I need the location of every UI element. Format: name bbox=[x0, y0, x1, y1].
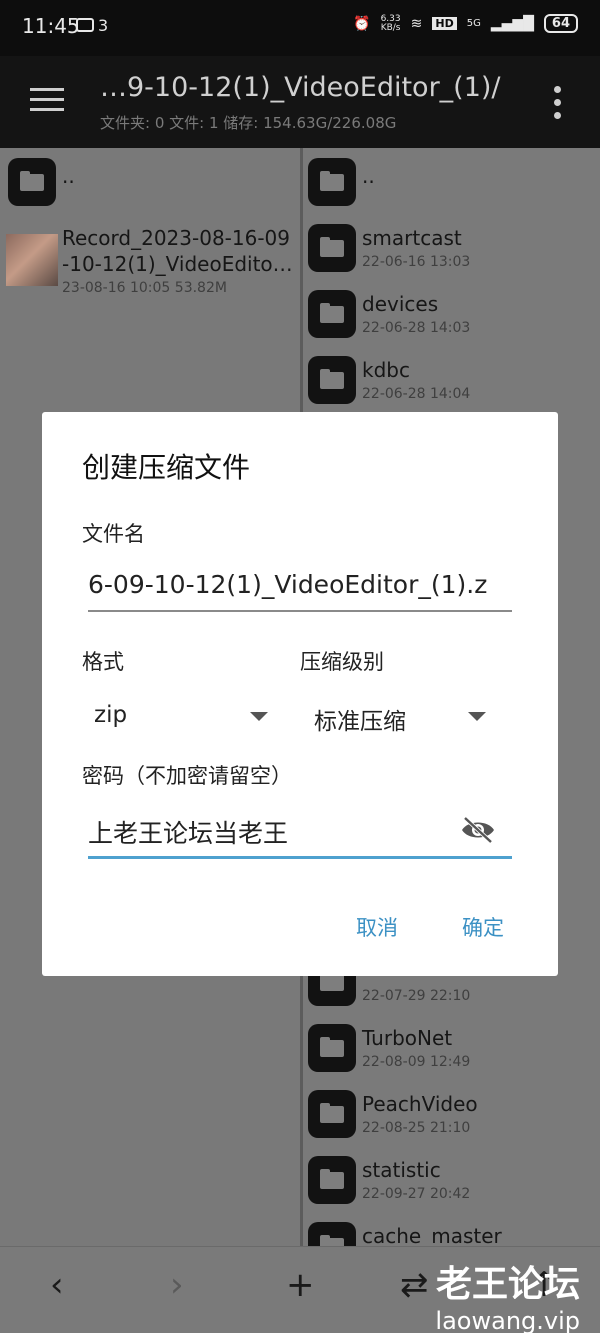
right-item-name[interactable]: .. bbox=[362, 164, 375, 188]
back-icon[interactable]: ‹ bbox=[50, 1265, 64, 1305]
visibility-off-icon[interactable] bbox=[460, 816, 496, 844]
forward-icon[interactable]: › bbox=[170, 1265, 184, 1305]
right-item-name[interactable]: smartcast bbox=[362, 226, 462, 250]
alarm-icon: ⏰ bbox=[353, 15, 371, 32]
right-item-name[interactable]: kdbc bbox=[362, 358, 410, 382]
password-underline bbox=[88, 856, 512, 859]
menu-icon[interactable] bbox=[30, 88, 64, 112]
right-item-date: 22-08-25 21:10 bbox=[362, 1120, 471, 1136]
swap-icon[interactable]: ⇄ bbox=[400, 1265, 429, 1305]
battery-indicator: 64 bbox=[543, 14, 578, 33]
right-item-name[interactable]: cache_master bbox=[362, 1224, 502, 1248]
file-meta: 23-08-16 10:05 53.82M bbox=[62, 280, 227, 296]
wifi-icon: ≋ bbox=[410, 15, 423, 32]
format-dropdown-icon[interactable] bbox=[250, 712, 268, 721]
right-item-name[interactable]: TurboNet bbox=[362, 1026, 452, 1050]
right-item-name[interactable]: PeachVideo bbox=[362, 1092, 478, 1116]
app-bar: …9-10-12(1)_VideoEditor_(1)/ 文件夹: 0 文件: … bbox=[0, 56, 600, 148]
create-archive-dialog: 创建压缩文件 文件名 6-09-10-12(1)_VideoEditor_(1)… bbox=[42, 412, 558, 976]
folder-icon[interactable] bbox=[308, 1222, 356, 1255]
file-name-line1[interactable]: Record_2023-08-16-09 bbox=[62, 226, 290, 250]
watermark: 老王论坛 laowang.vip bbox=[435, 1255, 580, 1333]
message-icon bbox=[76, 18, 94, 32]
signal-label: 5G bbox=[466, 18, 481, 29]
storage-info: 文件夹: 0 文件: 1 储存: 154.63G/226.08G bbox=[100, 114, 397, 132]
right-item-date: 22-08-09 12:49 bbox=[362, 1054, 471, 1070]
level-label: 压缩级别 bbox=[300, 650, 384, 674]
notification-count: 3 bbox=[98, 16, 109, 35]
folder-icon[interactable] bbox=[308, 1090, 356, 1138]
confirm-button[interactable]: 确定 bbox=[462, 912, 504, 942]
file-name-line2[interactable]: -10-12(1)_VideoEdito… bbox=[62, 252, 293, 276]
right-item-date: 22-06-28 14:03 bbox=[362, 320, 471, 336]
dialog-title: 创建压缩文件 bbox=[82, 451, 251, 484]
right-item-name[interactable]: statistic bbox=[362, 1158, 441, 1182]
right-item-name[interactable]: devices bbox=[362, 292, 438, 316]
more-options-icon[interactable] bbox=[554, 86, 564, 125]
path-title: …9-10-12(1)_VideoEditor_(1)/ bbox=[100, 72, 501, 103]
folder-icon[interactable] bbox=[308, 1156, 356, 1204]
watermark-cn: 老王论坛 bbox=[435, 1264, 580, 1305]
password-label: 密码（不加密请留空） bbox=[82, 764, 292, 788]
filename-input[interactable]: 6-09-10-12(1)_VideoEditor_(1).z bbox=[88, 570, 514, 599]
status-icons: ⏰ 6.33 KB/s ≋ HD 5G ▂▄▆█ 64 bbox=[353, 14, 578, 33]
video-thumbnail[interactable] bbox=[6, 234, 58, 286]
status-bar: 11:45 3 ⏰ 6.33 KB/s ≋ HD 5G ▂▄▆█ 64 bbox=[0, 0, 600, 56]
format-label: 格式 bbox=[82, 650, 124, 674]
folder-icon[interactable] bbox=[308, 290, 356, 338]
format-select[interactable]: zip bbox=[94, 702, 127, 728]
add-icon[interactable]: + bbox=[286, 1265, 315, 1305]
cancel-button[interactable]: 取消 bbox=[356, 912, 398, 942]
filename-underline bbox=[88, 610, 512, 612]
password-input[interactable]: 上老王论坛当老王 bbox=[88, 814, 448, 850]
hd-badge: HD bbox=[432, 17, 457, 30]
filename-label: 文件名 bbox=[82, 522, 145, 546]
level-dropdown-icon[interactable] bbox=[468, 712, 486, 721]
level-select[interactable]: 标准压缩 bbox=[314, 702, 406, 736]
folder-icon[interactable] bbox=[308, 224, 356, 272]
right-item-date: 22-09-27 20:42 bbox=[362, 1186, 471, 1202]
signal-icon: ▂▄▆█ bbox=[490, 15, 534, 32]
folder-icon[interactable] bbox=[308, 158, 356, 206]
folder-icon[interactable] bbox=[308, 1024, 356, 1072]
watermark-en: laowang.vip bbox=[435, 1307, 580, 1333]
right-item-date: 22-06-28 14:04 bbox=[362, 386, 471, 402]
parent-dir-label[interactable]: .. bbox=[62, 164, 75, 188]
status-time: 11:45 bbox=[22, 14, 80, 38]
folder-icon[interactable] bbox=[8, 158, 56, 206]
right-item-date: 22-06-16 13:03 bbox=[362, 254, 471, 270]
folder-icon[interactable] bbox=[308, 356, 356, 404]
right-item-date: 22-07-29 22:10 bbox=[362, 988, 471, 1004]
net-speed: 6.33 KB/s bbox=[380, 13, 401, 33]
